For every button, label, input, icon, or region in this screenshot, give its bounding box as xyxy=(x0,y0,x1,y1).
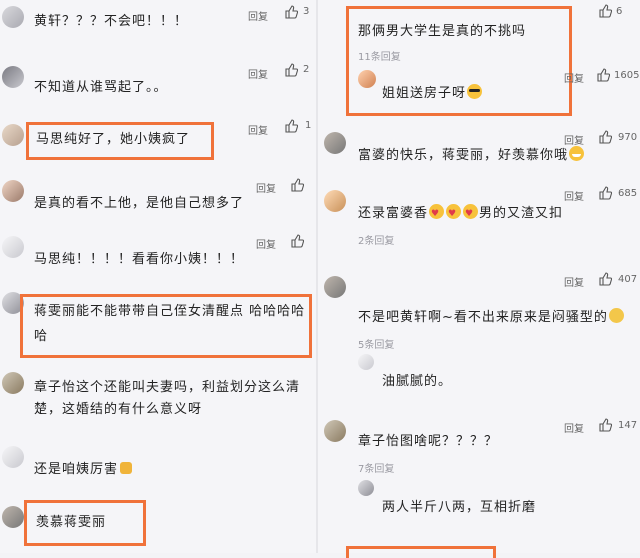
comment-text: 是真的看不上他，是他自己想多了 xyxy=(34,196,245,211)
comment-item: 黄轩？？？不会吧！！！ 回复 3 xyxy=(0,0,316,40)
like-count: 1 xyxy=(305,120,312,131)
avatar[interactable] xyxy=(2,180,24,202)
comment-item: 是真的看不上他，是他自己想多了 回复 xyxy=(0,178,316,218)
reply-button[interactable]: 回复 xyxy=(564,132,584,147)
reply-count[interactable]: 2条回复 xyxy=(358,232,394,247)
like-count: 970 xyxy=(618,132,638,143)
reply-button[interactable]: 回复 xyxy=(564,70,584,85)
thumb-up-icon[interactable] xyxy=(284,63,298,77)
comment-text: 富婆的快乐，蒋雯丽，好羡慕你哦 xyxy=(358,146,585,166)
comment-text-line1: 蒋雯丽能不能带带自己侄女清醒点 哈哈哈哈 xyxy=(34,304,306,319)
avatar[interactable] xyxy=(324,190,346,212)
reply-button[interactable]: 回复 xyxy=(256,180,276,195)
avatar[interactable] xyxy=(2,372,24,394)
comment-text: 那俩男大学生是真的不挑吗 xyxy=(358,24,527,39)
comment-text: 不是吧黄轩啊~看不出来原来是闷骚型的 xyxy=(358,308,625,328)
reply-button[interactable]: 回复 xyxy=(248,122,268,137)
comment-item: 富婆的快乐，蒋雯丽，好羡慕你哦 回复 970 xyxy=(318,128,640,172)
comment-item: 那俩男大学生是真的不挑吗 11条回复 姐姐送房子呀 回复 1605 xyxy=(318,4,640,120)
comment-item: 羡慕蒋雯丽 xyxy=(0,498,316,553)
like-count: 685 xyxy=(618,188,638,199)
comment-text: 马思纯！！！！看看你小姨！！！ xyxy=(34,252,245,267)
reply-text: 油腻腻的。 xyxy=(382,374,453,389)
thumb-up-icon[interactable] xyxy=(598,130,612,144)
comment-text-line1: 章子怡这个还能叫夫妻吗，利益划分这么清 xyxy=(34,380,301,395)
like-count: 147 xyxy=(618,420,638,431)
comment-text: 羡慕蒋雯丽 xyxy=(36,515,107,530)
avatar[interactable] xyxy=(2,506,24,528)
comment-item: 回复 407 不是吧黄轩啊~看不出来原来是闷骚型的 5条回复 油腻腻的。 xyxy=(318,270,640,400)
emoji-sunglasses xyxy=(467,84,483,99)
reply-button[interactable]: 回复 xyxy=(564,420,584,435)
avatar[interactable] xyxy=(324,132,346,154)
reply-count[interactable]: 11条回复 xyxy=(358,48,401,63)
comment-item: 回复 147 章子怡图啥呢？？？？ 7条回复 两人半斤八两，互相折磨 xyxy=(318,416,640,526)
reply-button[interactable]: 回复 xyxy=(256,236,276,251)
avatar[interactable] xyxy=(2,66,24,88)
emoji-grin xyxy=(569,146,585,161)
comment-text: 黄轩？？？不会吧！！！ xyxy=(34,14,189,29)
thumb-up-icon[interactable] xyxy=(284,5,298,19)
highlight-box xyxy=(346,546,496,558)
avatar[interactable] xyxy=(358,480,374,496)
comment-item: 还录富婆香男的又渣又扣 2条回复 回复 685 xyxy=(318,186,640,250)
reply-button[interactable]: 回复 xyxy=(564,188,584,203)
like-count: 2 xyxy=(303,64,310,75)
thumb-up-icon[interactable] xyxy=(598,418,612,432)
comment-item: 马思纯！！！！看看你小姨！！！ 回复 xyxy=(0,232,316,272)
emoji-drool xyxy=(608,308,624,323)
thumb-up-icon[interactable] xyxy=(598,186,612,200)
thumb-up-icon[interactable] xyxy=(598,272,612,286)
emoji-heart-eyes xyxy=(446,204,462,224)
comment-text: 章子怡图啥呢？？？？ xyxy=(358,434,499,449)
comment-item: 还是咱姨厉害 xyxy=(0,442,316,482)
like-count: 1605 xyxy=(614,70,640,81)
comment-text-line2: 哈 xyxy=(34,329,49,344)
reply-button[interactable]: 回复 xyxy=(248,8,268,23)
avatar[interactable] xyxy=(2,124,24,146)
comments-column-left: 黄轩？？？不会吧！！！ 回复 3 不知道从谁骂起了。。 回复 2 马思纯好了，她… xyxy=(0,0,316,553)
avatar[interactable] xyxy=(2,236,24,258)
thumb-up-icon[interactable] xyxy=(290,178,304,192)
reply-count[interactable]: 7条回复 xyxy=(358,460,394,475)
emoji-heart-eyes xyxy=(463,204,479,224)
comment-text: 还是咱姨厉害 xyxy=(34,460,133,480)
avatar[interactable] xyxy=(2,6,24,28)
comment-item: 章子怡这个还能叫夫妻吗，利益划分这么清 楚，这婚结的有什么意义呀 xyxy=(0,366,316,426)
thumb-up-icon[interactable] xyxy=(596,68,610,82)
comment-item: 马思纯好了，她小姨疯了 回复 1 xyxy=(0,118,316,170)
avatar[interactable] xyxy=(2,446,24,468)
like-count: 3 xyxy=(303,6,310,17)
comment-text: 还录富婆香男的又渣又扣 xyxy=(358,204,563,224)
thumb-up-icon[interactable] xyxy=(290,234,304,248)
comment-item: 蒋雯丽能不能带带自己侄女清醒点 哈哈哈哈 哈 xyxy=(0,290,316,360)
avatar[interactable] xyxy=(324,420,346,442)
thumb-up-icon[interactable] xyxy=(284,119,298,133)
avatar[interactable] xyxy=(358,70,376,88)
comment-text: 不知道从谁骂起了。。 xyxy=(34,80,168,95)
reply-count[interactable]: 5条回复 xyxy=(358,336,394,351)
reply-button[interactable]: 回复 xyxy=(564,274,584,289)
emoji-thumbs-up xyxy=(120,462,133,474)
like-count: 407 xyxy=(618,274,638,285)
comments-column-right: 6 那俩男大学生是真的不挑吗 11条回复 姐姐送房子呀 回复 1605 富婆的快… xyxy=(318,0,640,558)
reply-text: 姐姐送房子呀 xyxy=(382,84,483,104)
comment-text-line2: 楚，这婚结的有什么意义呀 xyxy=(34,402,203,417)
avatar[interactable] xyxy=(324,276,346,298)
reply-button[interactable]: 回复 xyxy=(248,66,268,81)
comment-item: 不知道从谁骂起了。。 回复 2 xyxy=(0,60,316,100)
comment-text: 马思纯好了，她小姨疯了 xyxy=(36,132,191,147)
avatar[interactable] xyxy=(358,354,374,370)
emoji-heart-eyes xyxy=(429,204,445,224)
reply-text: 两人半斤八两，互相折磨 xyxy=(382,500,537,515)
